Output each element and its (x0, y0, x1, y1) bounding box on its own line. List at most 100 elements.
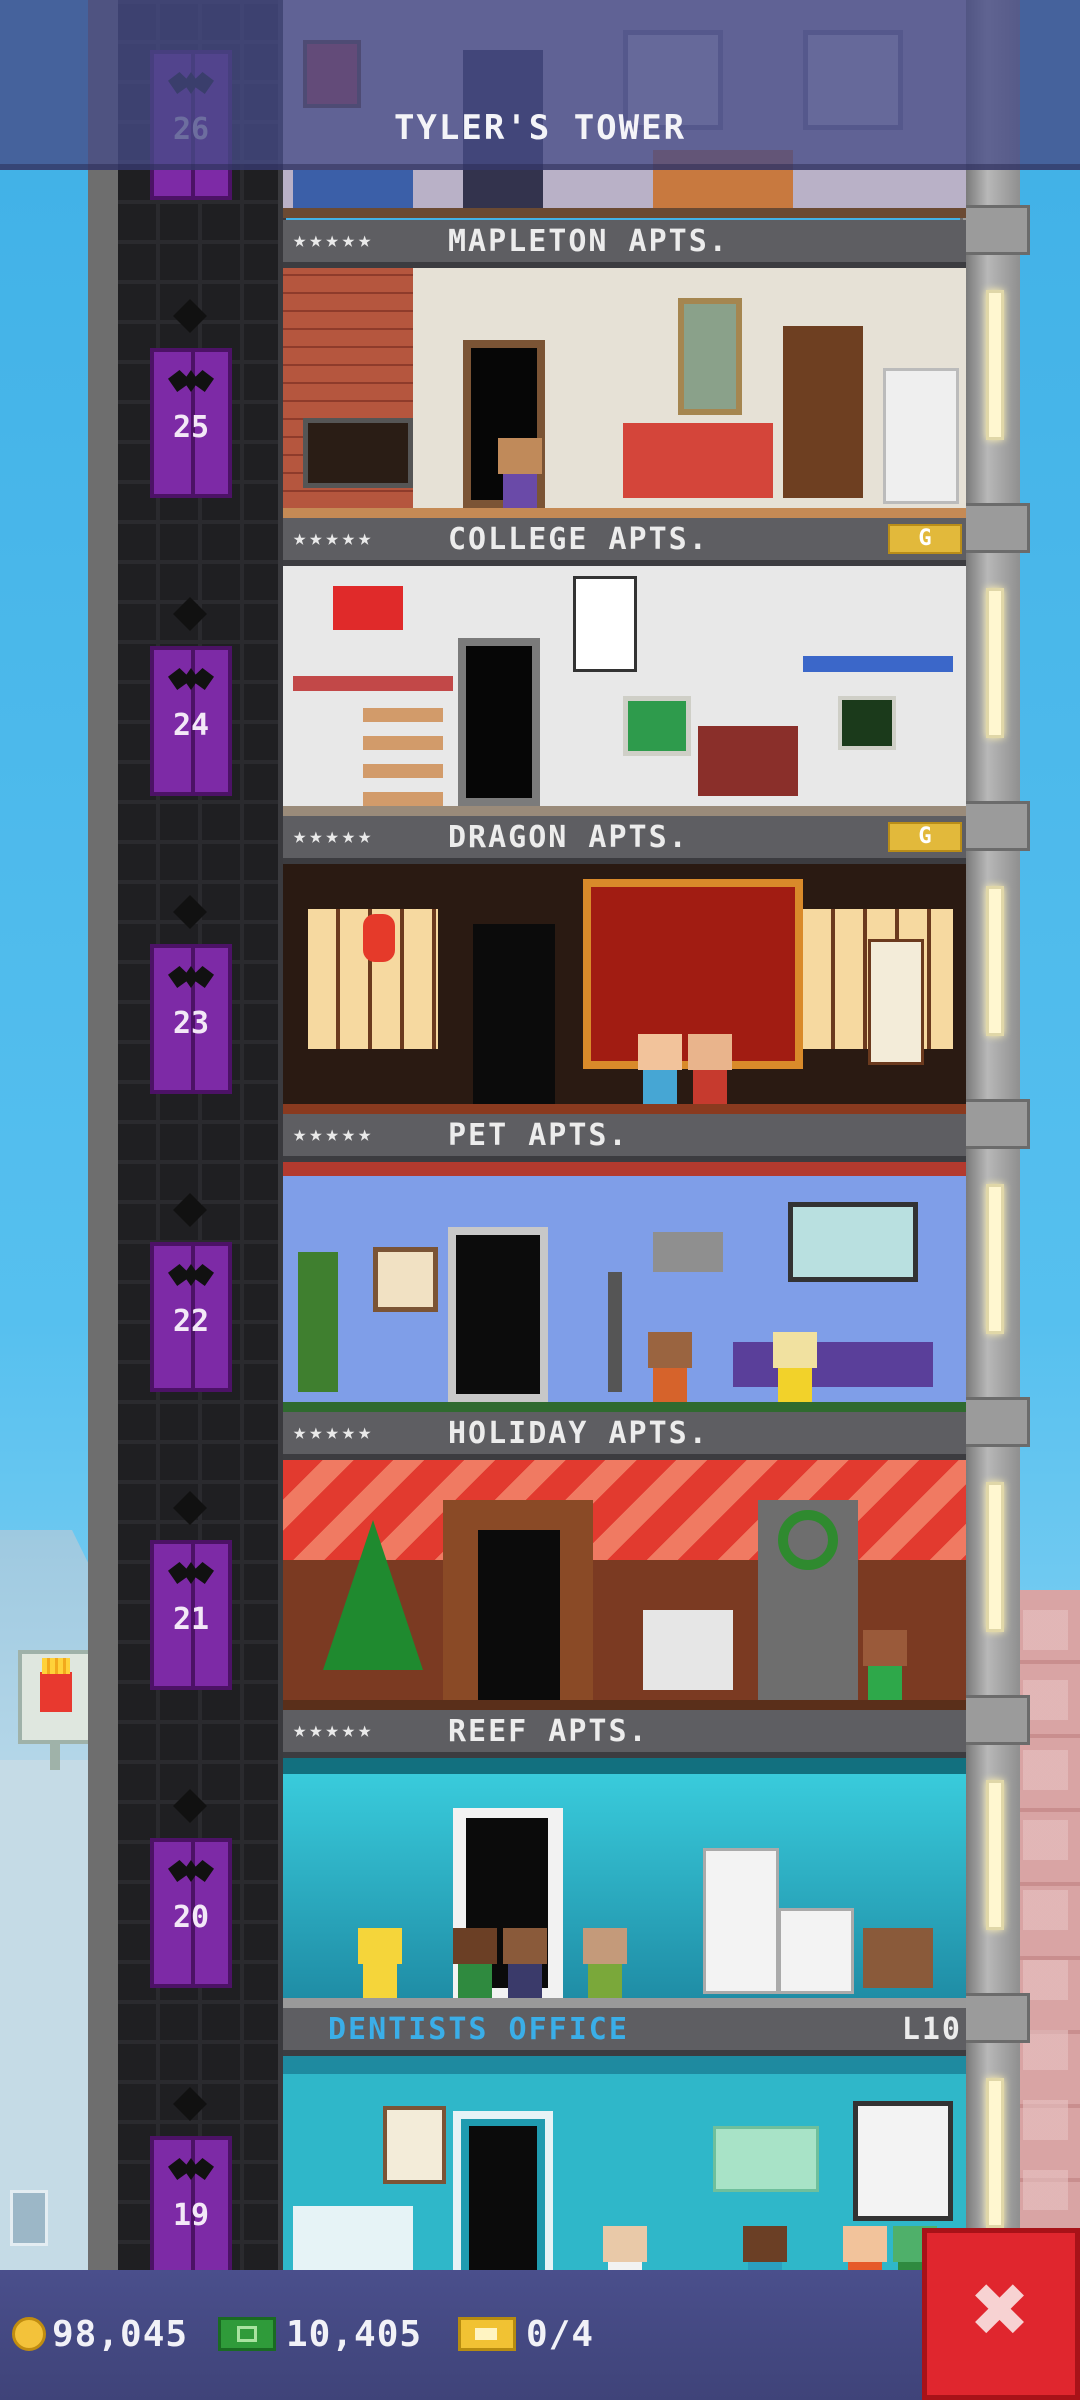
wall-art (678, 298, 742, 415)
x-ray-window (853, 2101, 953, 2221)
resident[interactable] (688, 1034, 732, 1104)
floor-badge: G (888, 822, 962, 852)
floor-25[interactable]: ★★★★★ MAPLETON APTS. (283, 220, 966, 518)
floor-name: MAPLETON APTS. (448, 224, 729, 259)
room-mapleton (283, 268, 966, 518)
elevator-floor-number: 19 (172, 2198, 210, 2233)
room-dentist (283, 2056, 966, 2306)
ceiling (283, 1758, 966, 1774)
resident[interactable] (503, 1928, 547, 1998)
resident[interactable] (498, 438, 542, 508)
floor-label: ★★★★★ HOLIDAY APTS. (283, 1412, 966, 1460)
bed (293, 170, 413, 210)
star-rating: ★★★★★ (293, 1420, 375, 1445)
desk (293, 676, 453, 691)
resident[interactable] (358, 1928, 402, 1998)
floor-24[interactable]: ★★★★★ COLLEGE APTS. G (283, 518, 966, 816)
elevator-car-20[interactable]: 20 (150, 1838, 232, 1988)
resident[interactable] (648, 1332, 692, 1402)
table (863, 1928, 933, 1988)
cat (653, 1232, 723, 1272)
bat-icon (168, 1264, 214, 1286)
elevator-car-22[interactable]: 22 (150, 1242, 232, 1392)
pennant (333, 586, 403, 630)
resident[interactable] (863, 1630, 907, 1700)
bird-perch (608, 1272, 622, 1392)
shaft-wall (88, 0, 118, 2280)
floor-name: REEF APTS. (448, 1714, 649, 1749)
fries-billboard (18, 1650, 96, 1770)
rail-joint (960, 801, 1030, 851)
tickets-value: 0/4 (526, 2313, 595, 2355)
rail-light (986, 1184, 1004, 1334)
bat-icon (168, 1860, 214, 1882)
poster (383, 2106, 446, 2184)
rail-joint (960, 1993, 1030, 2043)
star-rating: ★★★★★ (293, 1718, 375, 1743)
tower-title: TYLER'S TOWER (393, 108, 687, 148)
plant (298, 1252, 338, 1392)
elevator-floor-number: 21 (172, 1602, 210, 1637)
elevator-floor-number: 23 (172, 1006, 210, 1041)
floor-20[interactable]: ★★★★★ REEF APTS. (283, 1710, 966, 2008)
floor-label: ★★★★★ DRAGON APTS. G (283, 816, 966, 864)
resident[interactable] (638, 1034, 682, 1104)
elevator-car-21[interactable]: 21 (150, 1540, 232, 1690)
coin-icon (12, 2317, 46, 2351)
rail-light (986, 588, 1004, 738)
floor-name: PET APTS. (448, 1118, 629, 1153)
apartment-door (473, 924, 555, 1109)
rail-light (986, 290, 1004, 440)
bat-icon (168, 966, 214, 988)
floor-label: ★★★★★ MAPLETON APTS. (283, 220, 966, 268)
star-rating: ★★★★★ (293, 824, 375, 849)
floor-23[interactable]: ★★★★★ DRAGON APTS. G (283, 816, 966, 1114)
elevator-floor-number: 25 (172, 410, 210, 445)
bookshelf (783, 326, 863, 498)
fireplace (303, 418, 413, 488)
elevator-floor-number: 22 (172, 1304, 210, 1339)
lantern (363, 914, 395, 962)
bat-icon (168, 668, 214, 690)
rail-joint (960, 1397, 1030, 1447)
dog-portrait (373, 1247, 438, 1312)
fridge (703, 1848, 779, 1994)
floor-label: ★★★★★ COLLEGE APTS. G (283, 518, 966, 566)
bat-icon (168, 370, 214, 392)
status-bar: 98,045 10,405 0/4 (0, 2270, 1080, 2400)
fridge (883, 368, 959, 504)
bux-stat[interactable]: 10,405 (218, 2304, 422, 2364)
ticket-icon (458, 2317, 516, 2351)
bux-icon (218, 2317, 276, 2351)
rail-light (986, 1482, 1004, 1632)
room-reef (283, 1758, 966, 2008)
star-rating: ★★★★★ (293, 526, 375, 551)
tickets-stat[interactable]: 0/4 (458, 2304, 594, 2364)
apartment-door (448, 1227, 548, 1402)
floor-label: DENTISTS OFFICE L10 (283, 2008, 966, 2056)
desk (803, 656, 953, 672)
floor-badge: G (888, 524, 962, 554)
apartment-door (458, 638, 540, 806)
floor-22[interactable]: ★★★★★ PET APTS. (283, 1114, 966, 1412)
resident[interactable] (583, 1928, 627, 1998)
coins-stat[interactable]: 98,045 (12, 2304, 188, 2364)
close-button[interactable]: ✖ (922, 2228, 1080, 2400)
floor-19[interactable]: DENTISTS OFFICE L10 (283, 2008, 966, 2306)
floor-21[interactable]: ★★★★★ HOLIDAY APTS. (283, 1412, 966, 1710)
ceiling (283, 2056, 966, 2074)
floor-name: HOLIDAY APTS. (448, 1416, 709, 1451)
cabinet (713, 2126, 819, 2192)
elevator-car-24[interactable]: 24 (150, 646, 232, 796)
elevator-car-23[interactable]: 23 (150, 944, 232, 1094)
resident[interactable] (773, 1332, 817, 1402)
star-rating: ★★★★★ (293, 228, 375, 253)
room-pet (283, 1162, 966, 1412)
rail-light (986, 1780, 1004, 1930)
resident[interactable] (453, 1928, 497, 1998)
elevator-car-19[interactable]: 19 (150, 2136, 232, 2286)
floor-label: ★★★★★ REEF APTS. (283, 1710, 966, 1758)
elevator-car-25[interactable]: 25 (150, 348, 232, 498)
dental-chair (293, 2206, 413, 2276)
floor-name: DRAGON APTS. (448, 820, 689, 855)
